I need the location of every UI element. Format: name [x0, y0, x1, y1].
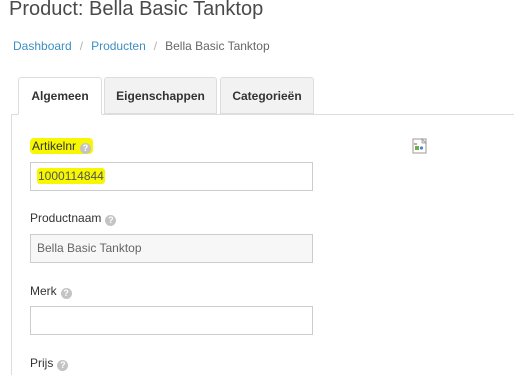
artikelnr-label: Artikelnr? [30, 138, 94, 154]
tab-algemeen[interactable]: Algemeen [18, 77, 102, 115]
productnaam-input[interactable]: Bella Basic Tanktop [30, 234, 313, 263]
product-edit-page: Product: Bella Basic Tanktop Dashboard / P… [0, 0, 514, 375]
prijs-label: Prijs? [30, 355, 69, 371]
help-icon[interactable]: ? [105, 215, 117, 226]
breadcrumb-producten-link[interactable]: Producten [91, 39, 146, 53]
breadcrumb-separator: / [79, 39, 84, 53]
merk-label-text: Merk [30, 284, 57, 298]
help-icon[interactable]: ? [57, 360, 69, 371]
merk-label: Merk? [30, 283, 72, 299]
tab-categorieen[interactable]: Categorieën [220, 77, 314, 114]
breadcrumb: Dashboard / Producten / Bella Basic Tanktop [13, 38, 270, 54]
breadcrumb-separator: / [153, 39, 158, 53]
prijs-label-text: Prijs [30, 356, 54, 370]
breadcrumb-dashboard-link[interactable]: Dashboard [13, 39, 72, 53]
help-icon[interactable]: ? [80, 143, 92, 154]
artikelnr-value: 1000114844 [37, 168, 105, 184]
productnaam-label-text: Productnaam [30, 211, 102, 225]
tab-eigenschappen[interactable]: Eigenschappen [104, 77, 217, 114]
page-title: Product: Bella Basic Tanktop [9, 0, 264, 20]
productnaam-label: Productnaam? [30, 210, 117, 226]
broken-image-icon [412, 138, 427, 154]
help-icon[interactable]: ? [60, 288, 72, 299]
artikelnr-label-text: Artikelnr [32, 139, 77, 153]
artikelnr-input[interactable]: 1000114844 [30, 162, 313, 191]
merk-input[interactable] [30, 306, 313, 335]
breadcrumb-current: Bella Basic Tanktop [165, 39, 270, 53]
